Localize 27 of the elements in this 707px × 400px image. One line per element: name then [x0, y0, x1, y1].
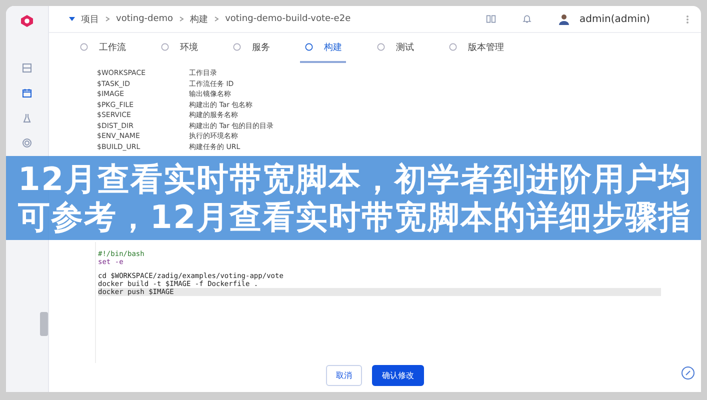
- chevron-icon: [214, 16, 220, 22]
- confirm-button[interactable]: 确认修改: [372, 365, 424, 386]
- more-icon[interactable]: [686, 14, 689, 24]
- logo-icon[interactable]: [20, 14, 34, 28]
- collapse-handle[interactable]: [40, 312, 48, 336]
- nav-tab[interactable]: 工作流: [75, 33, 130, 63]
- breadcrumb-link[interactable]: voting-demo: [116, 14, 174, 24]
- user-name[interactable]: admin(admin): [580, 14, 650, 24]
- nav-tab[interactable]: 版本管理: [444, 33, 508, 63]
- nav-tab[interactable]: 服务: [228, 33, 274, 63]
- calendar-icon[interactable]: [21, 87, 33, 99]
- chevron-icon: [105, 16, 110, 22]
- breadcrumb-link[interactable]: 项目: [81, 12, 99, 26]
- breadcrumb-link[interactable]: 构建: [190, 12, 208, 26]
- article-title: 12月查看实时带宽脚本，初学者到进阶用户均可参考，12月查看实时带宽脚本的详细步骤指: [18, 160, 693, 236]
- nav-tab[interactable]: 构建: [300, 33, 346, 63]
- breadcrumb-link[interactable]: voting-demo-build-vote-e2e: [225, 14, 351, 24]
- bell-icon[interactable]: [522, 14, 532, 24]
- nav-tab[interactable]: 测试: [372, 33, 418, 63]
- cancel-button[interactable]: 取消: [326, 365, 362, 386]
- gear-icon[interactable]: [21, 137, 33, 149]
- book-icon[interactable]: [486, 14, 496, 24]
- caret-icon[interactable]: [69, 16, 75, 22]
- avatar-icon[interactable]: [558, 13, 570, 25]
- nav-tab[interactable]: 环境: [156, 33, 202, 63]
- chevron-icon: [179, 16, 184, 22]
- grid-icon[interactable]: [21, 62, 33, 74]
